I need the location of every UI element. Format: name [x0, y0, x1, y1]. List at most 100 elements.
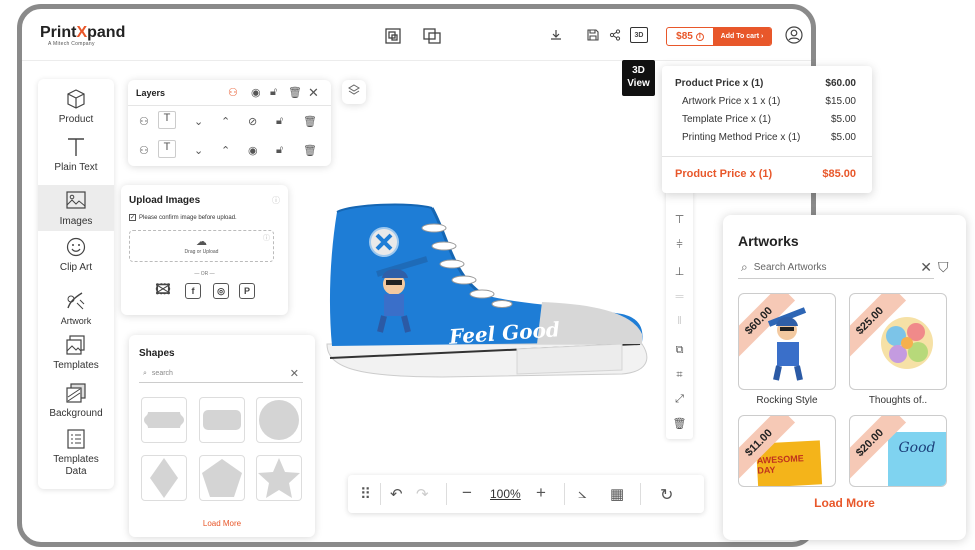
shapes-title: Shapes [139, 348, 175, 359]
group-icon[interactable]: ⚇ [139, 115, 149, 128]
distribute-horizontal-icon[interactable]: ═ [666, 291, 693, 303]
smiley-icon [38, 237, 114, 259]
ruler-icon[interactable]: ⦣ [578, 485, 587, 502]
price-breakdown-popover: Product Price x (1) $60.00 Artwork Price… [662, 66, 872, 193]
shape-star[interactable] [256, 455, 302, 501]
3d-view-button[interactable]: 3D [630, 27, 648, 43]
text-layer-icon[interactable]: T [158, 140, 176, 158]
send-backward-icon[interactable]: ⌄ [194, 115, 203, 128]
sidebar-item-background[interactable]: Background [38, 383, 114, 427]
artwork-card[interactable]: Good $20.00 [849, 415, 947, 487]
bring-forward-icon[interactable]: ⌃ [221, 144, 230, 157]
shape-pentagon[interactable] [199, 455, 245, 501]
pinterest-icon[interactable]: P [239, 283, 255, 299]
shapes-load-more[interactable]: Load More [129, 519, 315, 528]
align-toolbar: ⊤ ⫩ ⊥ ═ ‖ ⧉ ⌗ ⤢ 🗑︎ [666, 189, 693, 439]
total-price[interactable]: $85 i [667, 28, 713, 45]
sidebar-item-plain-text[interactable]: Plain Text [38, 137, 114, 181]
align-bottom-icon[interactable]: ⊥ [666, 265, 693, 278]
undo-icon[interactable]: ↶ [390, 485, 403, 503]
zoom-in-icon[interactable]: + [536, 483, 546, 503]
artwork-name: Thoughts of.. [868, 395, 928, 406]
hidden-eye-icon[interactable]: ⊘ [248, 115, 257, 128]
clear-icon[interactable]: ✕ [290, 367, 299, 380]
help-icon[interactable]: ⓘ [263, 233, 270, 243]
resize-icon[interactable]: ⤢ [666, 393, 693, 406]
trash-icon[interactable]: 🗑︎ [288, 86, 302, 99]
search-icon: ⌕ [143, 369, 147, 377]
save-icon[interactable] [585, 27, 601, 43]
align-top-icon[interactable]: ⊤ [666, 213, 693, 226]
background-icon [38, 383, 114, 405]
artwork-card[interactable]: $25.00 [849, 293, 947, 390]
drag-handle-icon[interactable]: ⠿ [360, 485, 371, 503]
send-backward-icon[interactable]: ⌄ [194, 144, 203, 157]
shape-diamond[interactable] [141, 455, 187, 501]
brand-tagline: A Mitech Company [48, 41, 95, 47]
align-middle-icon[interactable]: ⫩ [666, 239, 693, 252]
checkbox[interactable]: ✓ [129, 214, 136, 221]
instagram-icon[interactable]: ◎ [213, 283, 229, 299]
upload-dropzone[interactable]: ☁ Drag or Upload ⓘ [129, 230, 274, 262]
add-to-cart-button[interactable]: Add To cart › [713, 28, 771, 45]
layers-toggle-button[interactable] [342, 80, 366, 104]
canvas-toolbar: ⠿ ↶ ↷ − 100% + ⦣ ▦ ↻ [348, 475, 704, 513]
top-bar: PrintXpand A Mitech Company 3D $85 i Add … [22, 9, 811, 61]
artwork-card[interactable]: $60.00 [738, 293, 836, 390]
artworks-load-more[interactable]: Load More [723, 496, 966, 510]
distribute-vertical-icon[interactable]: ‖ [666, 315, 693, 327]
confirm-checkbox-row[interactable]: ✓ Please confirm image before upload. [129, 214, 237, 221]
sidebar-item-clip-art[interactable]: Clip Art [38, 237, 114, 281]
shapes-search-input[interactable]: ⌕ search ✕ [139, 365, 303, 383]
bring-forward-icon[interactable]: ⌃ [221, 115, 230, 128]
delete-icon[interactable]: 🗑︎ [666, 417, 693, 430]
lock-icon[interactable]: 🔓︎ [270, 86, 277, 99]
sidebar-item-templates-data[interactable]: Templates Data [38, 429, 114, 481]
shape-rounded-rect[interactable] [199, 397, 245, 443]
front-view-icon[interactable] [384, 27, 402, 45]
artwork-card[interactable]: AWESOME DAY $11.00 [738, 415, 836, 487]
shape-label-frame[interactable] [141, 397, 187, 443]
zoom-out-icon[interactable]: − [462, 483, 472, 503]
search-icon: ⌕ [741, 260, 748, 274]
clear-icon[interactable]: ✕ [920, 259, 932, 276]
back-view-icon[interactable] [422, 27, 442, 45]
price-row-label: Product Price x (1) [675, 78, 764, 89]
sidebar-item-images[interactable]: Images [38, 185, 114, 231]
eye-icon[interactable]: ◉ [251, 86, 261, 99]
grid-icon[interactable]: ▦ [610, 485, 624, 503]
reset-icon[interactable]: ↻ [660, 485, 673, 505]
text-layer-icon[interactable]: T [158, 111, 176, 129]
lock-icon[interactable]: 🔓︎ [276, 115, 283, 128]
users-icon[interactable]: ⚇ [228, 86, 238, 99]
gallery-icon[interactable]: 🖾 [155, 281, 171, 299]
price-cart-box[interactable]: $85 i Add To cart › [666, 27, 772, 46]
filter-icon[interactable]: ⛉ [938, 259, 949, 276]
eye-icon[interactable]: ◉ [248, 144, 258, 157]
download-icon[interactable] [548, 27, 564, 43]
sidebar-item-templates[interactable]: Templates [38, 335, 114, 379]
layers-title: Layers [136, 88, 166, 98]
sidebar-item-product[interactable]: Product [38, 89, 114, 133]
shape-circle[interactable] [256, 397, 302, 443]
price-row-value: $60.00 [825, 78, 856, 89]
sidebar-item-artwork[interactable]: Artwork [38, 291, 114, 331]
layers-stack-icon [348, 83, 360, 101]
duplicate-icon[interactable]: ⧉ [666, 344, 693, 357]
user-icon[interactable] [784, 25, 804, 45]
redo-icon[interactable]: ↷ [416, 485, 429, 503]
zoom-level[interactable]: 100% [490, 487, 521, 501]
trash-icon[interactable]: 🗑︎ [303, 144, 317, 157]
group-icon[interactable]: ⚇ [139, 144, 149, 157]
artworks-search-input[interactable]: ⌕ Search Artworks ✕ [738, 257, 934, 279]
lock-icon[interactable]: 🔓︎ [276, 144, 283, 157]
share-icon[interactable] [607, 27, 623, 43]
help-icon[interactable]: ⓘ [272, 195, 280, 206]
trash-icon[interactable]: 🗑︎ [303, 115, 317, 128]
close-icon[interactable]: ✕ [308, 85, 319, 101]
search-placeholder: Search Artworks [753, 262, 827, 273]
product-canvas[interactable]: Feel Good [322, 194, 652, 389]
crop-icon[interactable]: ⌗ [666, 369, 693, 382]
facebook-icon[interactable]: f [185, 283, 201, 299]
3d-view-tooltip: 3D View [622, 60, 655, 96]
